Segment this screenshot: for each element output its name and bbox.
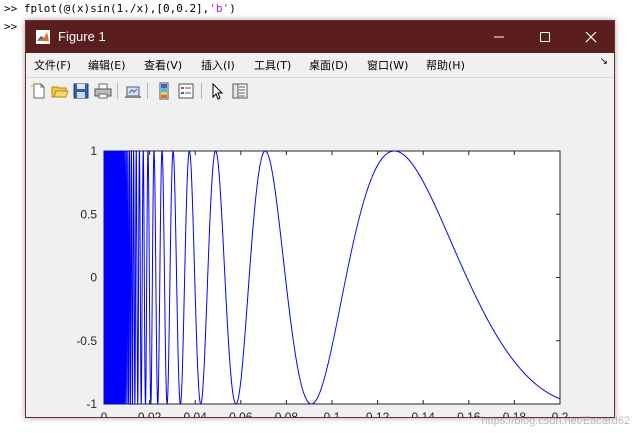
plot-area: 0 0.02 0.04 0.06 0.08 0.1 0.12 0.14 0.16 0.18 0.2 … [26,104,614,417]
x-tick-label: 0.04 [184,410,208,417]
command-code-end: ) [229,2,236,15]
new-figure-icon[interactable] [30,82,48,100]
insert-colorbar-icon[interactable] [155,82,173,100]
menu-view[interactable]: 查看(V) [144,57,182,73]
menu-bar: 文件(F) 编辑(E) 查看(V) 插入(I) 工具(T) 桌面(D) 窗口(W… [26,53,614,75]
menu-file[interactable]: 文件(F) [34,57,71,73]
menu-window[interactable]: 窗口(W) [367,57,408,73]
x-tick-label: 0.12 [366,410,390,417]
toolbar-separator [147,83,148,99]
edit-plot-icon[interactable] [209,82,227,100]
minimize-icon [494,36,504,38]
x-tick-label: 0.08 [275,410,299,417]
matlab-logo-icon [36,30,50,44]
y-tick-label: 0.5 [80,207,97,221]
prompt: >> [4,2,24,15]
menu-desktop[interactable]: 桌面(D) [309,57,348,73]
menu-insert[interactable]: 插入(I) [201,57,235,73]
menu-edit[interactable]: 编辑(E) [88,57,126,73]
menu-help[interactable]: 帮助(H) [426,57,465,73]
x-tick-label: 0 [101,410,108,417]
y-tick-label: 0 [90,271,97,285]
axes-background[interactable] [103,150,561,405]
plot-canvas: 0 0.02 0.04 0.06 0.08 0.1 0.12 0.14 0.16 0.18 0.2 … [76,144,568,417]
title-bar[interactable]: Figure 1 [26,21,614,53]
y-tick-label: 1 [90,144,97,158]
x-tick-label: 0.1 [324,410,341,417]
minimize-button[interactable] [476,21,522,53]
watermark-text: https://blog.csdn.net/Eacard62 [481,415,630,427]
figure-window: Figure 1 文件(F) 编辑(E) 查看(V) 插入(I) 工具(T) 桌… [25,20,615,418]
maximize-icon [540,32,550,42]
open-file-icon[interactable] [51,82,69,100]
x-tick-label: 0.14 [412,410,436,417]
y-tick-label: -1 [86,397,97,411]
close-icon [585,31,597,43]
command-line-1: >> fplot(@(x)sin(1./x),[0,0.2],'b') [4,2,236,15]
toolbar-separator [201,83,202,99]
x-tick-label: 0.06 [229,410,253,417]
command-code: fplot(@(x)sin(1./x),[0,0.2], [23,2,210,15]
property-inspector-icon[interactable] [231,82,249,100]
close-button[interactable] [568,21,614,53]
insert-legend-icon[interactable] [177,82,195,100]
y-tick-label: -0.5 [76,334,97,348]
maximize-button[interactable] [522,21,568,53]
link-plot-icon[interactable] [124,82,142,100]
command-line-2[interactable]: >> [4,20,17,33]
prompt: >> [4,20,18,33]
figure-toolbar [26,77,614,105]
toolbar-separator [117,83,118,99]
save-icon[interactable] [72,82,90,100]
print-icon[interactable] [94,82,112,100]
x-tick-label: 0.02 [138,410,162,417]
x-tick-label: 0.16 [457,410,481,417]
menu-tools[interactable]: 工具(T) [254,57,291,73]
command-string-arg: 'b' [209,2,230,15]
menu-overflow-icon[interactable]: ↘ [600,56,608,67]
window-title: Figure 1 [58,29,106,44]
